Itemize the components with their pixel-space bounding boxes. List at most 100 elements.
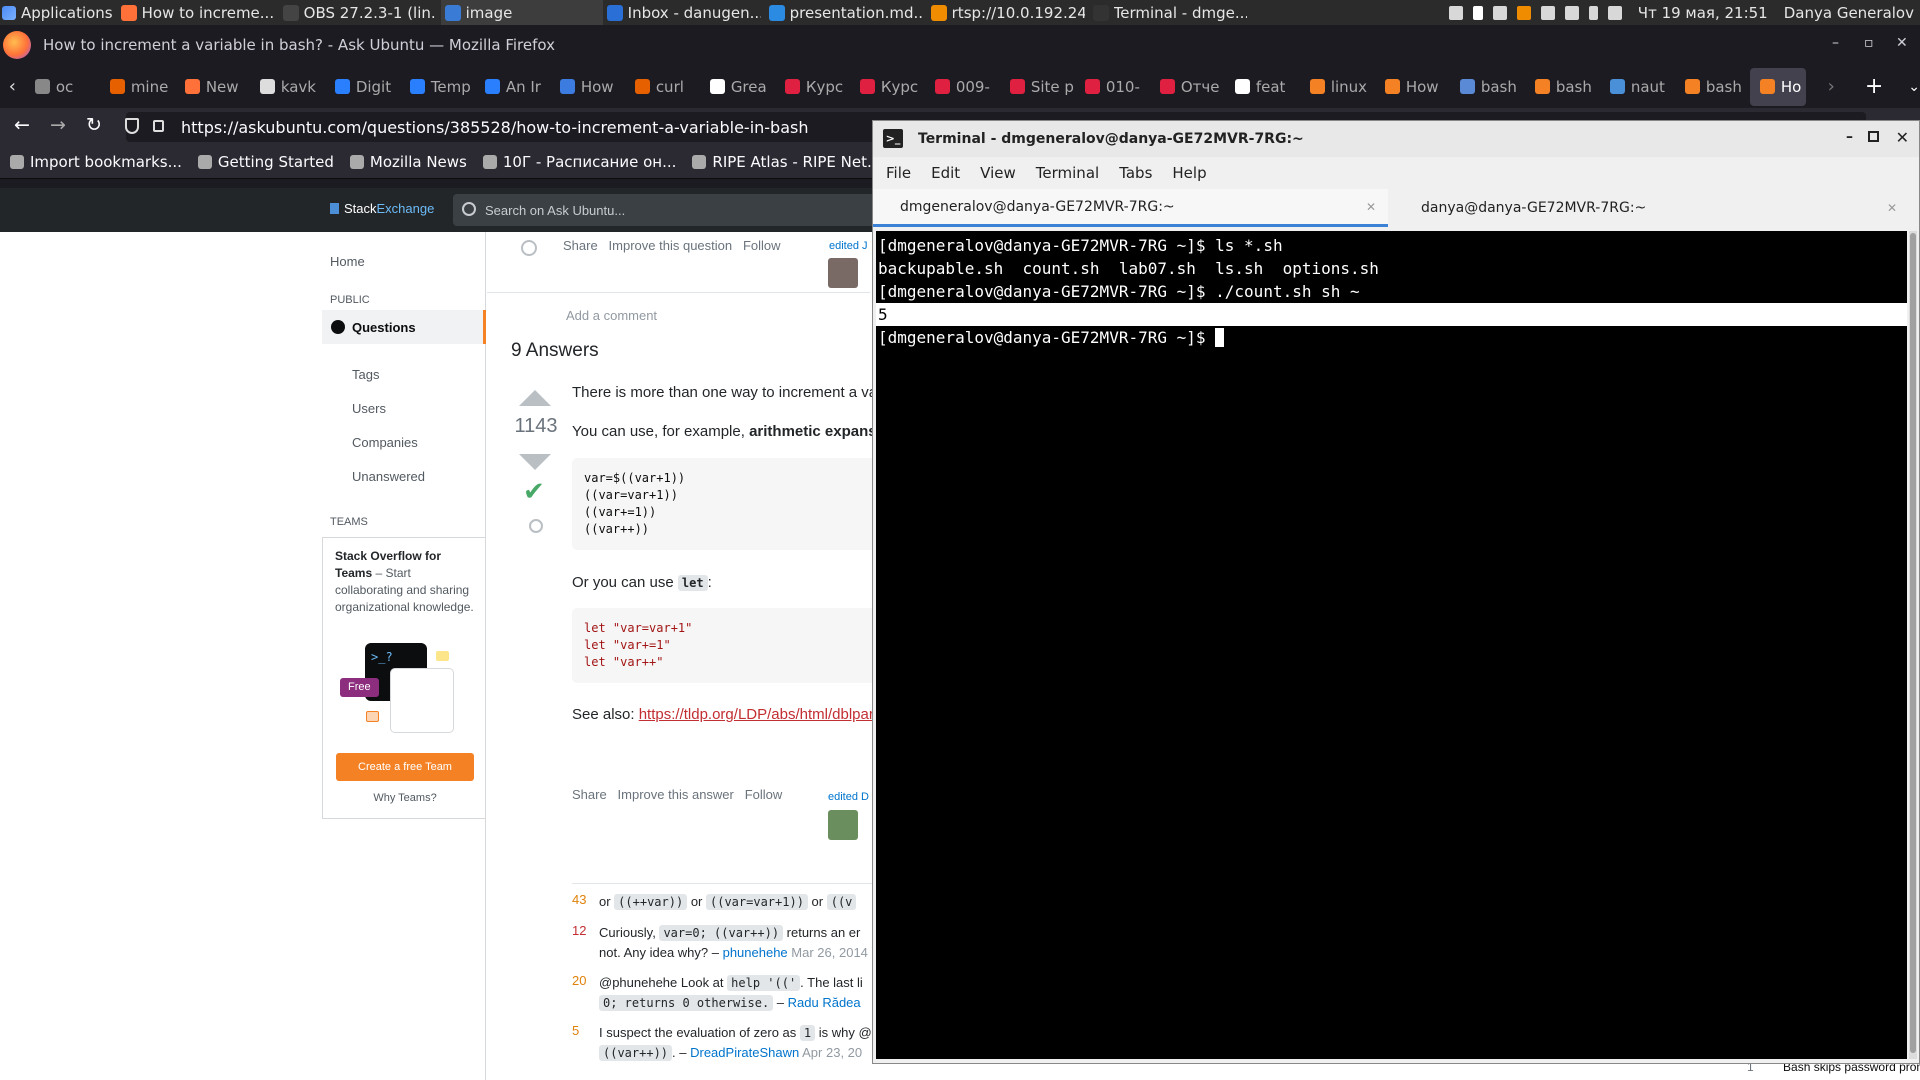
browser-tab[interactable]: How	[1375, 68, 1450, 106]
vlc-icon[interactable]	[1516, 5, 1531, 20]
new-tab-icon[interactable]: +	[1865, 74, 1883, 99]
terminal-screen[interactable]: [dmgeneralov@danya-GE72MVR-7RG ~]$ ls *.…	[876, 231, 1907, 1059]
browser-tab[interactable]: feat	[1225, 68, 1300, 106]
bookmark-item[interactable]: RIPE Atlas - RIPE Net...	[692, 153, 881, 171]
taskbar-item[interactable]: How to increme...	[117, 0, 279, 25]
taskbar-item[interactable]: image	[440, 0, 603, 25]
tab-scroll-right-icon[interactable]: ›	[1828, 76, 1835, 97]
terminal-tab-2[interactable]: danya@danya-GE72MVR-7RG:~ ✕	[1391, 189, 1909, 227]
answer-history-icon[interactable]	[529, 519, 543, 533]
maximize-icon[interactable]: ▫	[1864, 35, 1874, 51]
terminal-minimize-icon[interactable]: –	[1846, 129, 1853, 145]
browser-tab[interactable]: Site p	[1000, 68, 1075, 106]
browser-tab[interactable]: 009-	[925, 68, 1000, 106]
bookmark-item[interactable]: Mozilla News	[349, 153, 467, 171]
comment-user-link[interactable]: phunehehe	[723, 945, 788, 960]
browser-tab[interactable]: New	[175, 68, 250, 106]
answer-improve-link[interactable]: Improve this answer	[618, 787, 734, 802]
browser-tab[interactable]: naut	[1600, 68, 1675, 106]
shield-icon[interactable]	[1492, 5, 1507, 20]
volume-icon[interactable]	[1564, 5, 1579, 20]
close-icon[interactable]: ✕	[1896, 35, 1908, 51]
create-team-button[interactable]: Create a free Team	[336, 753, 474, 781]
nav-questions[interactable]: Questions	[322, 310, 486, 344]
forward-icon[interactable]: →	[50, 114, 66, 136]
answer-share-link[interactable]: Share	[572, 787, 607, 802]
taskbar-item[interactable]: Inbox - danugen...	[603, 0, 765, 25]
network-icon[interactable]	[1540, 5, 1555, 20]
browser-tab[interactable]: curl	[625, 68, 700, 106]
taskbar-item[interactable]: OBS 27.2.3-1 (lin...	[279, 0, 441, 25]
see-also-link[interactable]: https://tldp.org/LDP/abs/html/dblpar	[639, 706, 874, 723]
question-edited-link[interactable]: edited J	[829, 240, 868, 252]
nav-users[interactable]: Users	[352, 401, 386, 416]
lock-icon[interactable]	[153, 120, 164, 132]
browser-tab[interactable]: Курс	[850, 68, 925, 106]
browser-tab[interactable]: 010-	[1075, 68, 1150, 106]
browser-tab[interactable]: Отче	[1150, 68, 1225, 106]
browser-tab[interactable]: Grea	[700, 68, 775, 106]
browser-tab[interactable]: bash	[1675, 68, 1750, 106]
browser-tab[interactable]: linux	[1300, 68, 1375, 106]
upvote-button[interactable]	[519, 390, 551, 406]
browser-tab[interactable]: Temp	[400, 68, 475, 106]
taskbar-item[interactable]: presentation.md...	[765, 0, 927, 25]
browser-tab[interactable]: mine	[100, 68, 175, 106]
minimize-icon[interactable]: –	[1832, 35, 1839, 51]
why-teams-link[interactable]: Why Teams?	[323, 790, 487, 807]
browser-tab[interactable]: bash	[1525, 68, 1600, 106]
nav-tags[interactable]: Tags	[352, 367, 379, 382]
question-follow-link[interactable]: Follow	[743, 238, 781, 253]
history-icon[interactable]	[521, 240, 537, 256]
tab-list-icon[interactable]: ⌄	[1908, 79, 1920, 95]
editor-avatar[interactable]	[828, 258, 858, 288]
browser-tab[interactable]: oc	[25, 68, 100, 106]
answer-editor-avatar[interactable]	[828, 810, 858, 840]
tab-scroll-left-icon[interactable]: ‹	[0, 76, 25, 97]
answer-edited-link[interactable]: edited D	[828, 791, 869, 803]
browser-tab[interactable]: Курс	[775, 68, 850, 106]
applications-menu[interactable]: Applications	[0, 0, 117, 25]
question-improve-link[interactable]: Improve this question	[609, 238, 733, 253]
bookmark-item[interactable]: Getting Started	[197, 153, 334, 171]
browser-tab[interactable]: Digit	[325, 68, 400, 106]
user-name[interactable]: Danya Generalov	[1784, 4, 1914, 22]
question-share-link[interactable]: Share	[563, 238, 598, 253]
terminal-tab-1-close-icon[interactable]: ✕	[1366, 200, 1376, 214]
bookmark-item[interactable]: 10Г - Расписание он...	[482, 153, 676, 171]
browser-tab[interactable]: bash	[1450, 68, 1525, 106]
terminal-scrollbar-thumb[interactable]	[1910, 233, 1916, 1053]
add-comment-link[interactable]: Add a comment	[566, 308, 657, 323]
browser-tab[interactable]: An Ir	[475, 68, 550, 106]
reload-icon[interactable]: ↻	[86, 114, 102, 136]
tab-active[interactable]: Ho ✕	[1749, 67, 1806, 106]
terminal-tab-1[interactable]: dmgeneralov@danya-GE72MVR-7RG:~ ✕	[873, 189, 1388, 227]
stackexchange-logo[interactable]: StackExchange	[330, 201, 434, 216]
downvote-button[interactable]	[519, 454, 551, 470]
terminal-close-icon[interactable]: ✕	[1896, 128, 1909, 147]
terminal-tab-2-close-icon[interactable]: ✕	[1887, 201, 1897, 215]
comment-user-link[interactable]: DreadPirateShawn	[690, 1045, 799, 1060]
back-icon[interactable]: ←	[14, 114, 30, 136]
battery-icon[interactable]	[1588, 5, 1598, 20]
terminal-scrollbar[interactable]	[1909, 231, 1917, 1059]
terminal-menu-item[interactable]: View	[980, 164, 1016, 182]
terminal-menu-item[interactable]: Tabs	[1119, 164, 1152, 182]
taskbar-item[interactable]: rtsp://10.0.192.24...	[927, 0, 1089, 25]
browser-tab[interactable]: How	[550, 68, 625, 106]
nav-unanswered[interactable]: Unanswered	[352, 469, 425, 484]
answer-follow-link[interactable]: Follow	[745, 787, 783, 802]
bluetooth-icon[interactable]	[1472, 5, 1483, 20]
terminal-maximize-icon[interactable]	[1868, 131, 1879, 142]
shield-icon[interactable]	[125, 118, 139, 134]
comment-user-link[interactable]: Radu Rădea	[788, 995, 861, 1010]
url-text[interactable]: https://askubuntu.com/questions/385528/h…	[181, 118, 808, 137]
terminal-menu-item[interactable]: File	[886, 164, 911, 182]
terminal-menu-item[interactable]: Edit	[931, 164, 960, 182]
terminal-menu-item[interactable]: Terminal	[1036, 164, 1099, 182]
browser-tab[interactable]: kavk	[250, 68, 325, 106]
bookmark-item[interactable]: Import bookmarks...	[10, 153, 182, 171]
nav-home[interactable]: Home	[330, 254, 365, 269]
window-icon[interactable]	[1448, 5, 1463, 20]
taskbar-item[interactable]: Terminal - dmge...	[1089, 0, 1251, 25]
